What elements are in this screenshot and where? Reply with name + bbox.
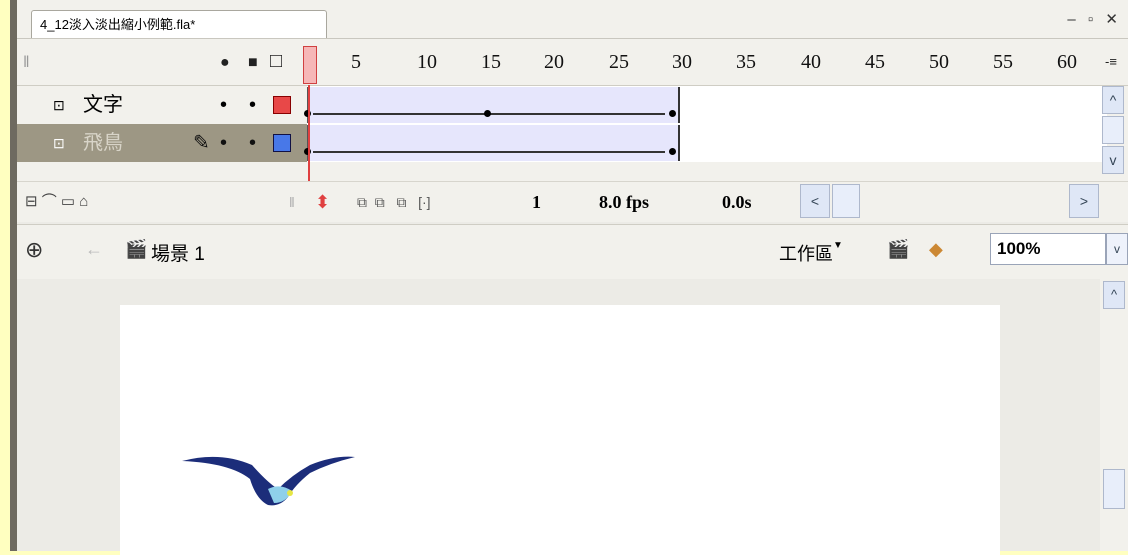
layer-frames-text[interactable] (304, 86, 1107, 124)
layer-row-text[interactable]: ⊡ 文字 • • (17, 86, 307, 124)
scroll-down-button[interactable]: v (1102, 146, 1124, 174)
frame-number: 30 (672, 51, 692, 73)
stage-scroll-up[interactable]: ^ (1103, 281, 1125, 309)
layer-color-swatch[interactable] (273, 96, 291, 114)
edit-bar: ⊕ ← 🎬 場景 1 工作區▼ 🎬 ◆ 100% v (17, 224, 1128, 280)
zoom-dropdown-button[interactable]: v (1106, 233, 1128, 265)
close-icon[interactable]: ✕ (1105, 11, 1122, 28)
bird-graphic[interactable] (180, 445, 360, 515)
frame-number: 50 (929, 51, 949, 73)
frame-rate: 8.0 fps (599, 192, 650, 212)
frame-number: 20 (544, 51, 564, 73)
motion-tween-span[interactable] (307, 87, 680, 123)
frame-number: 10 (417, 51, 437, 73)
scene-clapper-icon: 🎬 (125, 239, 148, 259)
workspace-label: 工作區 (779, 244, 833, 264)
stage-vscrollbar: ^ (1100, 279, 1128, 551)
lock-dot[interactable]: • (249, 124, 256, 162)
timeline-panel: ‖ ● ■ □ 1 5 10 15 20 25 30 35 40 45 50 5… (17, 39, 1128, 222)
frame-number: 35 (736, 51, 756, 73)
window-controls: – ▫ ✕ (1067, 10, 1122, 28)
workspace-menu[interactable]: 工作區▼ (779, 240, 843, 266)
frame-number: 15 (481, 51, 501, 73)
lock-icon[interactable]: ■ (248, 54, 258, 72)
visibility-dot[interactable]: • (220, 86, 227, 124)
playhead-line[interactable] (308, 85, 310, 181)
keyframe-dot[interactable] (484, 110, 491, 117)
center-frame-icon[interactable]: ⬍ (315, 182, 330, 222)
zoom-input[interactable]: 100% (990, 233, 1106, 265)
frame-number: 45 (865, 51, 885, 73)
stage-scroll-thumb[interactable] (1103, 469, 1125, 509)
frame-number: 40 (801, 51, 821, 73)
stage-canvas[interactable] (120, 305, 1000, 555)
minimize-icon[interactable]: – (1067, 11, 1079, 28)
document-tab[interactable]: 4_12淡入淡出縮小例範.fla* (31, 10, 327, 38)
hscroll-thumb[interactable] (832, 184, 860, 218)
timeline-menu-icon[interactable]: -≡ (1105, 54, 1117, 69)
frame-number: 25 (609, 51, 629, 73)
pencil-icon: ✎ (193, 132, 210, 154)
layer-icon: ⊡ (53, 97, 65, 113)
layer-icon: ⊡ (53, 135, 65, 151)
scene-label[interactable]: 場景 1 (151, 239, 205, 266)
layer-frames-bird[interactable] (304, 124, 1107, 162)
layer-color-swatch[interactable] (273, 134, 291, 152)
scroll-up-button[interactable]: ^ (1102, 86, 1124, 114)
scroll-thumb[interactable] (1102, 116, 1124, 144)
onion-skin-icons[interactable]: ⧉ ⧉ ⧉ [·] (357, 182, 431, 222)
stage-area (17, 279, 1100, 555)
frame-number: 55 (993, 51, 1013, 73)
frame-number: 60 (1057, 51, 1077, 73)
keyframe-dot[interactable] (669, 148, 676, 155)
grip-icon: ‖ (289, 194, 295, 210)
elapsed-time: 0.0s (722, 192, 752, 212)
visibility-dot[interactable]: • (220, 124, 227, 162)
motion-tween-span[interactable] (307, 125, 680, 161)
eye-icon[interactable]: ● (220, 54, 230, 72)
current-frame: 1 (532, 192, 541, 212)
pin-icon[interactable]: ⊕ (25, 237, 43, 263)
frame-number: 5 (351, 51, 361, 73)
edit-symbols-icon[interactable]: 🎬 (887, 239, 909, 260)
back-arrow-icon[interactable]: ← (85, 239, 103, 260)
tween-arrow (313, 151, 665, 153)
keyframe-dot[interactable] (669, 110, 676, 117)
grip-icon[interactable]: ‖ (23, 54, 30, 72)
hscroll-right-button[interactable]: > (1069, 184, 1099, 218)
playhead-marker[interactable] (303, 46, 317, 84)
window-left-border (10, 0, 17, 551)
lock-dot[interactable]: • (249, 86, 256, 124)
frame-ruler: ‖ ● ■ □ 1 5 10 15 20 25 30 35 40 45 50 5… (17, 39, 1128, 86)
layer-tools-icons[interactable]: ⊟ ⌒ ▭ ⌂ (25, 182, 88, 222)
timeline-statusbar: ⊟ ⌒ ▭ ⌂ ‖ ⬍ ⧉ ⧉ ⧉ [·] 1 8.0 fps 0.0s < > (17, 181, 1128, 222)
document-tabbar: 4_12淡入淡出縮小例範.fla* – ▫ ✕ (17, 0, 1128, 39)
edit-scene-icon[interactable]: ◆ (929, 239, 943, 260)
layer-row-bird[interactable]: ⊡ 飛鳥 ✎ • • (17, 124, 307, 162)
restore-icon[interactable]: ▫ (1088, 11, 1097, 28)
outline-icon[interactable]: □ (270, 50, 282, 73)
hscroll-left-button[interactable]: < (800, 184, 830, 218)
dropdown-arrow-icon: ▼ (833, 240, 843, 251)
layer-name: 文字 (83, 94, 123, 116)
layer-name: 飛鳥 (83, 132, 123, 154)
